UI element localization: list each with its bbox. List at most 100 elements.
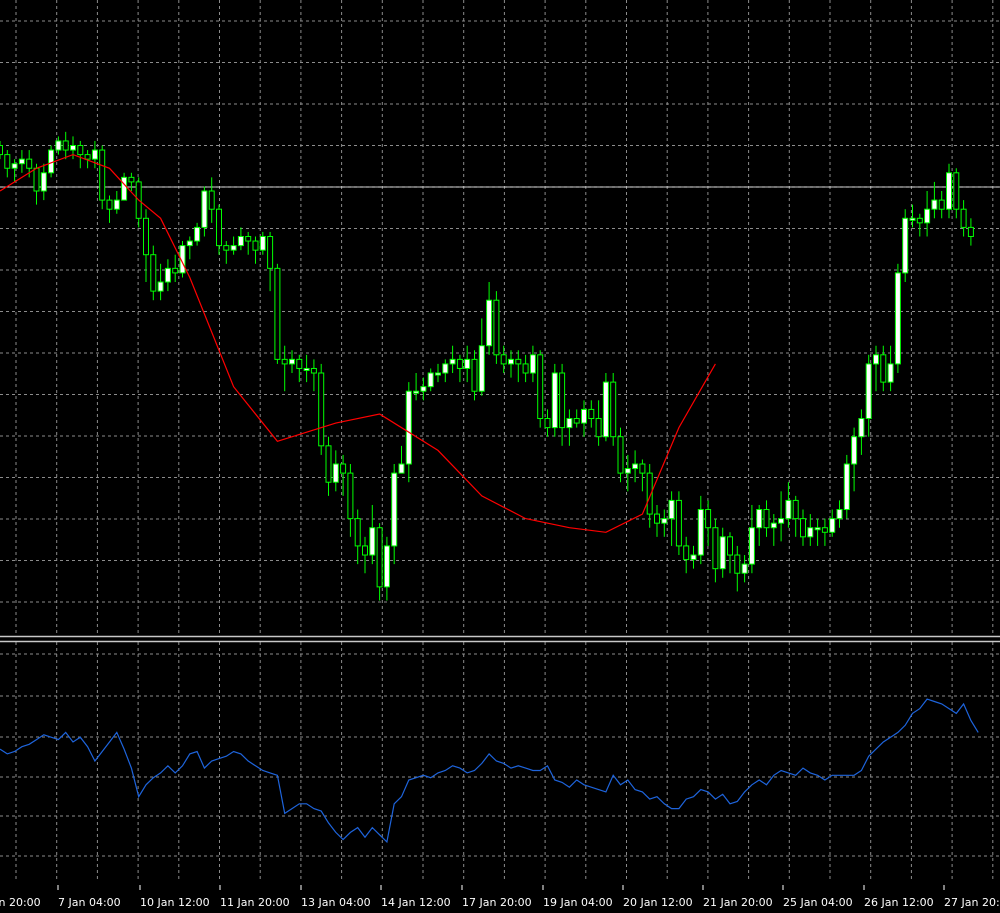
candle-body-up bbox=[770, 522, 777, 529]
trading-chart[interactable]: 6 Jan 20:00 7 Jan 04:00 10 Jan 12:00 11 Jan… bbox=[0, 0, 1000, 913]
candle bbox=[332, 450, 339, 492]
candle-body-down bbox=[362, 545, 368, 556]
candle bbox=[449, 345, 456, 374]
candle-body-up bbox=[486, 299, 493, 347]
candle-body-up bbox=[442, 363, 449, 374]
candle-body-up bbox=[690, 554, 697, 561]
candle bbox=[529, 345, 536, 383]
candle bbox=[551, 363, 558, 437]
candle-body-up bbox=[785, 499, 792, 520]
candle bbox=[347, 464, 354, 537]
candle-body-down bbox=[150, 254, 157, 292]
candle bbox=[902, 209, 909, 283]
candle bbox=[734, 545, 741, 592]
candle bbox=[237, 227, 244, 251]
x-tick-label: 7 Jan 04:00 bbox=[58, 896, 121, 909]
candle bbox=[865, 354, 872, 437]
candle-body-up bbox=[70, 145, 76, 151]
candle-body-up bbox=[449, 358, 456, 365]
candle bbox=[135, 177, 142, 228]
candle-body-up bbox=[55, 140, 62, 151]
candle-body-down bbox=[4, 154, 11, 169]
candle-body-down bbox=[727, 536, 733, 556]
candle-body-down bbox=[252, 240, 259, 251]
candle-body-up bbox=[719, 536, 726, 570]
candle bbox=[99, 145, 106, 210]
candle bbox=[508, 350, 514, 378]
candle bbox=[938, 191, 945, 219]
x-tick-label: 13 Jan 04:00 bbox=[301, 896, 371, 909]
candle-body-up bbox=[383, 545, 390, 588]
x-tick-label: 26 Jan 12:00 bbox=[864, 896, 934, 909]
candle bbox=[858, 409, 865, 455]
candle-body-up bbox=[194, 226, 201, 242]
candle bbox=[719, 527, 726, 578]
candle-body-up bbox=[697, 509, 704, 556]
candle bbox=[318, 363, 325, 455]
candle-body-down bbox=[99, 149, 106, 201]
candle-body-down bbox=[610, 381, 617, 438]
candle bbox=[639, 459, 646, 492]
candle-body-down bbox=[281, 358, 288, 365]
candle-body-up bbox=[289, 358, 295, 365]
candle bbox=[953, 168, 960, 219]
candle-body-down bbox=[0, 145, 3, 156]
candle-body-down bbox=[544, 418, 551, 429]
panel-separator[interactable] bbox=[0, 635, 1000, 643]
candle bbox=[581, 400, 587, 437]
candle-body-down bbox=[216, 208, 222, 247]
candle bbox=[186, 236, 193, 260]
candle-body-up bbox=[946, 172, 952, 210]
moving-average bbox=[0, 153, 716, 533]
candle bbox=[376, 523, 383, 601]
candle bbox=[40, 163, 47, 201]
candle-body-down bbox=[588, 408, 595, 420]
candle bbox=[916, 213, 923, 237]
candle bbox=[894, 263, 901, 374]
candle-body-down bbox=[128, 176, 135, 183]
x-tick-label: 19 Jan 04:00 bbox=[543, 896, 613, 909]
candle bbox=[113, 191, 120, 214]
candle bbox=[230, 236, 237, 255]
candle bbox=[398, 445, 405, 474]
candle-body-down bbox=[938, 199, 945, 210]
candle-body-down bbox=[318, 372, 325, 447]
candle-body-down bbox=[559, 372, 566, 429]
candle-body-down bbox=[310, 367, 317, 374]
x-tick-label: 20 Jan 12:00 bbox=[623, 896, 693, 909]
candle bbox=[595, 400, 602, 446]
candle-body-up bbox=[230, 245, 237, 251]
candle-body-up bbox=[902, 217, 909, 274]
chart-canvas[interactable]: 6 Jan 20:00 7 Jan 04:00 10 Jan 12:00 11 Jan… bbox=[0, 0, 1000, 913]
candle bbox=[924, 191, 931, 237]
candle-body-up bbox=[157, 281, 164, 292]
candle bbox=[748, 504, 755, 574]
candle-body-up bbox=[741, 563, 748, 574]
candlestick-series bbox=[0, 131, 974, 601]
candle-body-up bbox=[508, 358, 514, 365]
candle-body-up bbox=[435, 372, 441, 376]
candle-body-up bbox=[201, 190, 208, 228]
candle bbox=[157, 263, 164, 301]
candle-body-down bbox=[223, 245, 230, 251]
oscillator-panel bbox=[0, 698, 979, 844]
candle-body-up bbox=[391, 472, 398, 547]
candle-body-up bbox=[164, 267, 171, 283]
x-tick-label: 21 Jan 20:00 bbox=[703, 896, 773, 909]
candle-body-down bbox=[62, 140, 69, 151]
candle bbox=[705, 500, 712, 546]
candle-body-down bbox=[705, 509, 712, 529]
candle-body-up bbox=[259, 236, 266, 251]
candle bbox=[661, 509, 668, 537]
candle-body-up bbox=[551, 372, 558, 429]
candle bbox=[486, 282, 493, 355]
candle-body-down bbox=[208, 190, 215, 210]
candle-body-up bbox=[11, 163, 18, 169]
candle-body-up bbox=[121, 176, 128, 201]
candle-body-down bbox=[960, 208, 967, 228]
candle-body-down bbox=[340, 463, 347, 474]
candle bbox=[610, 373, 617, 446]
candle bbox=[456, 354, 463, 383]
x-tick-label: 17 Jan 20:00 bbox=[462, 896, 532, 909]
candle-body-down bbox=[347, 472, 354, 520]
